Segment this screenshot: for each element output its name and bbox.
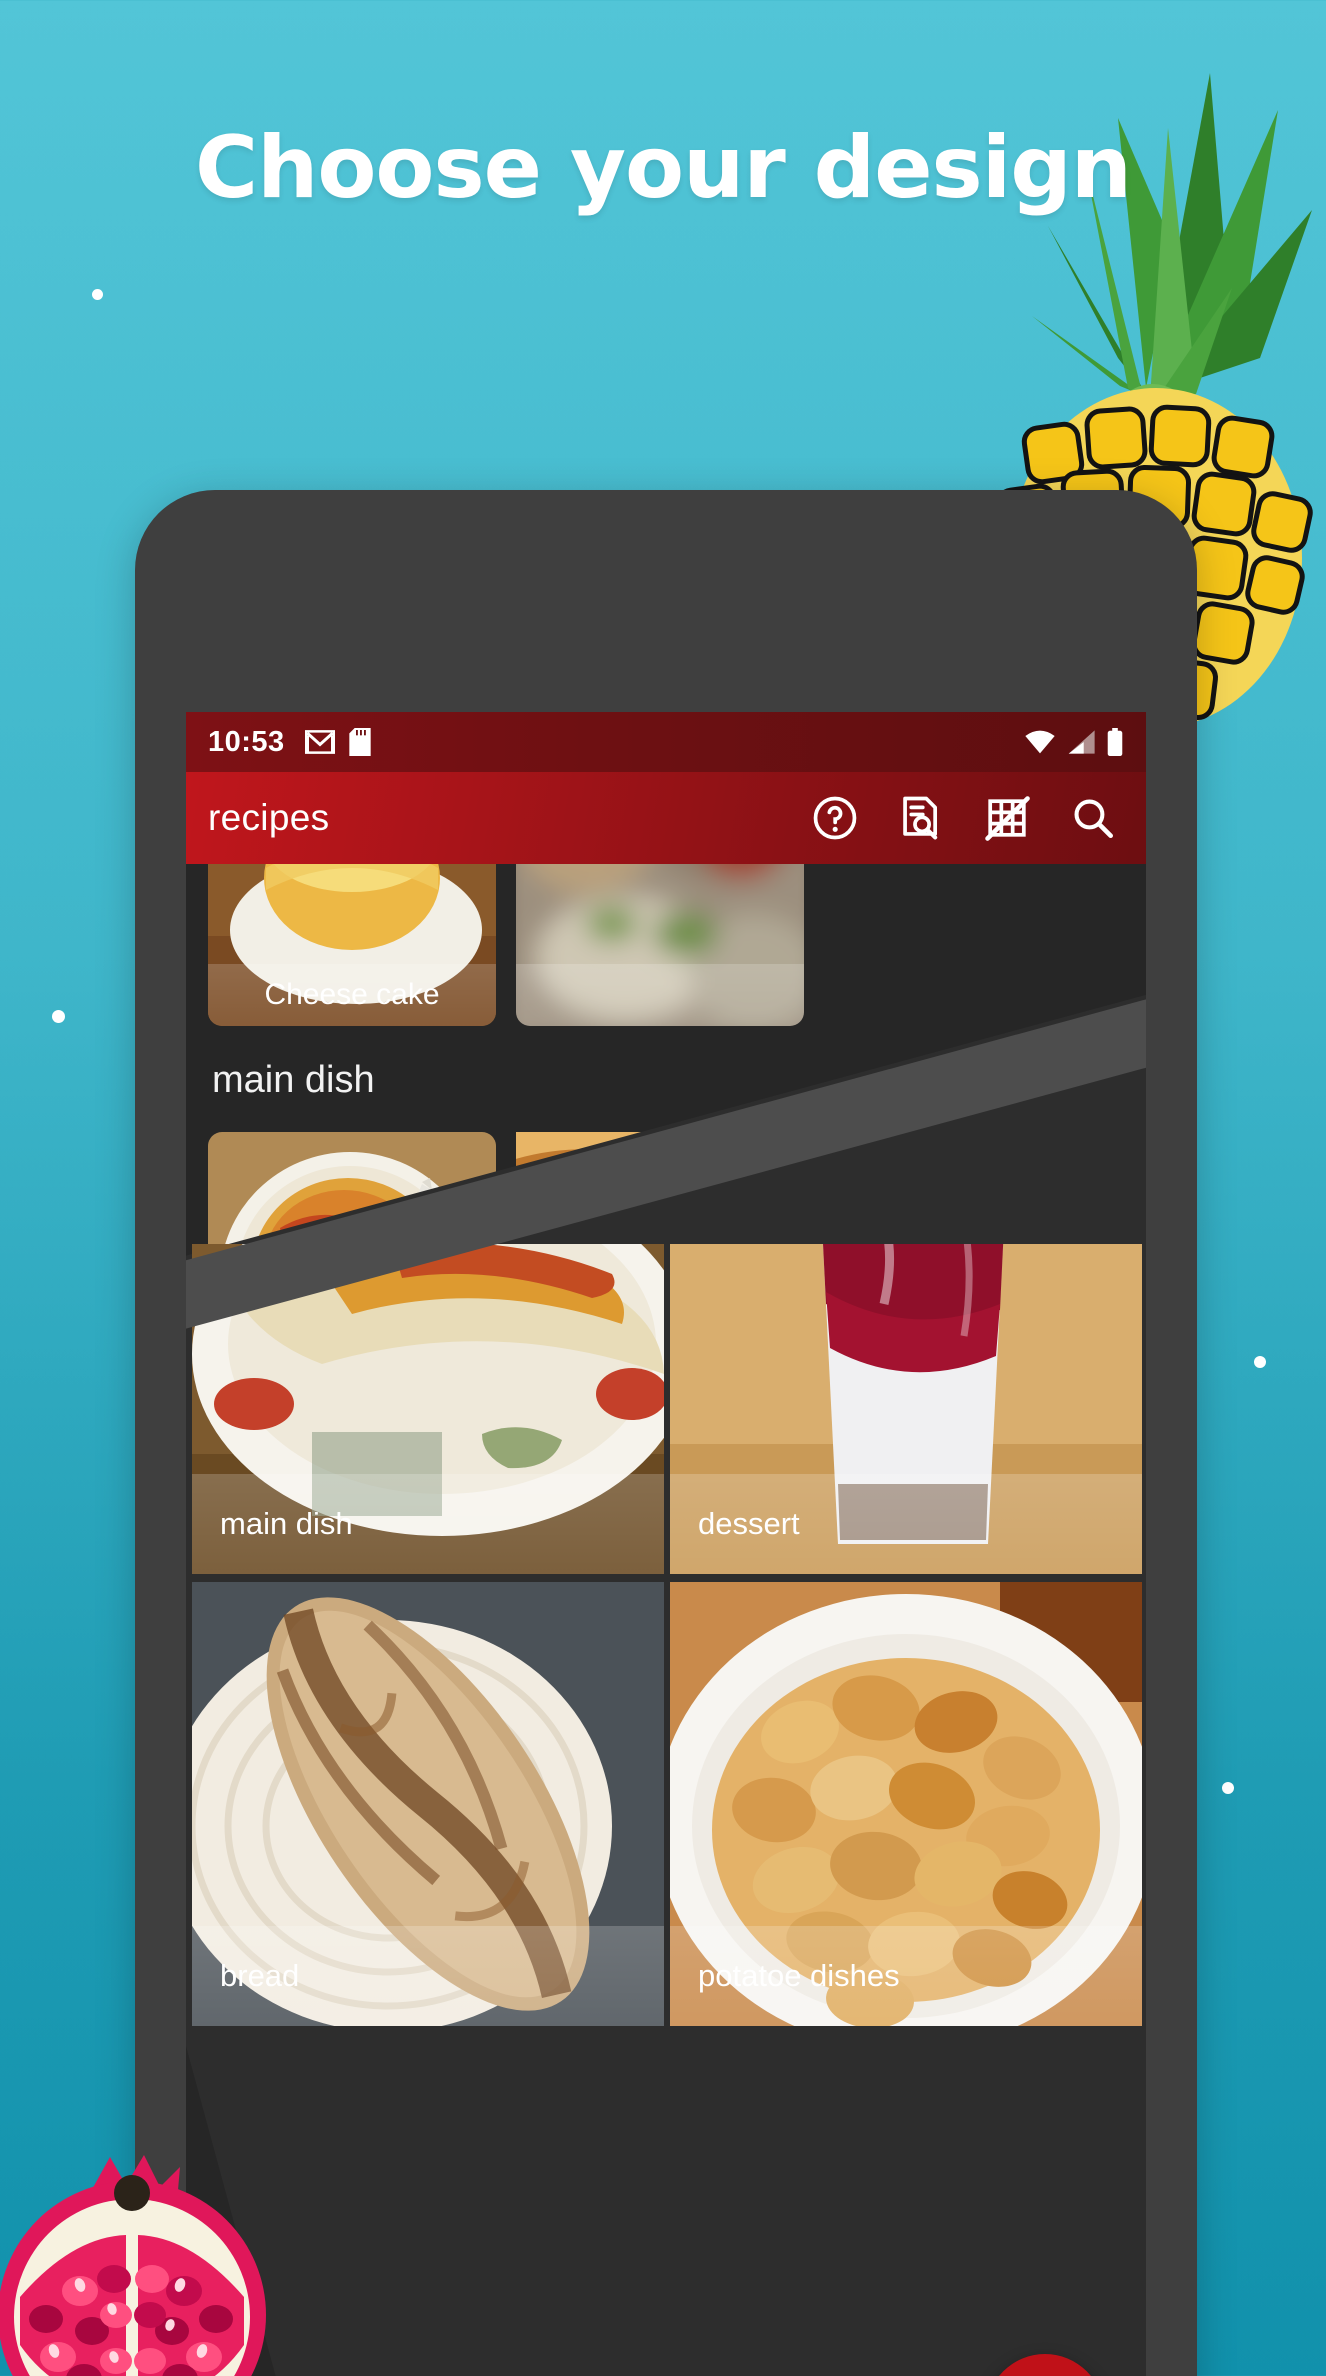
gmail-icon bbox=[304, 730, 335, 754]
category-tile-dessert[interactable]: dessert bbox=[670, 1244, 1142, 1574]
phone-screen: 10:53 recipes Cheese cake main dish main… bbox=[186, 712, 1146, 2376]
category-tile-bread[interactable]: bread bbox=[192, 1582, 664, 2026]
recipe-content: Cheese cake main dish main dish dessert … bbox=[186, 864, 1146, 2376]
top-card-row: Cheese cake bbox=[186, 864, 1146, 1029]
page-title: Choose your design bbox=[194, 118, 1132, 218]
status-bar-time: 10:53 bbox=[208, 725, 285, 758]
show-overview-card[interactable]: show overview bbox=[516, 864, 804, 1026]
decor-dot bbox=[1254, 1356, 1266, 1368]
decor-dot bbox=[52, 1010, 65, 1023]
battery-icon bbox=[1107, 728, 1123, 756]
cell-signal-icon bbox=[1068, 730, 1095, 754]
category-tile-potatoe-dishes[interactable]: potatoe dishes bbox=[670, 1582, 1142, 2026]
find-in-page-icon[interactable] bbox=[898, 795, 944, 841]
category-tile-label: main dish bbox=[192, 1474, 664, 1574]
search-icon[interactable] bbox=[1070, 795, 1116, 841]
recipe-grid: main dish dessert bread potatoe dishes bbox=[186, 1244, 1146, 2376]
decor-dot bbox=[92, 289, 103, 300]
grid-off-icon[interactable] bbox=[984, 795, 1030, 841]
recipe-card-label: Cheese cake bbox=[208, 964, 496, 1026]
app-bar-title: recipes bbox=[208, 797, 330, 838]
phone-mockup: 10:53 recipes Cheese cake main dish main… bbox=[135, 490, 1197, 2376]
section-title: main dish bbox=[212, 1058, 375, 1101]
category-tile-label: bread bbox=[192, 1926, 664, 2026]
help-icon[interactable] bbox=[812, 795, 858, 841]
category-tile-label: dessert bbox=[670, 1474, 1142, 1574]
app-bar: recipes bbox=[186, 772, 1146, 864]
wifi-icon bbox=[1025, 730, 1055, 754]
category-tile-label: potatoe dishes bbox=[670, 1926, 1142, 2026]
recipe-card-cheese-cake[interactable]: Cheese cake bbox=[208, 864, 496, 1026]
pomegranate-illustration bbox=[0, 2155, 266, 2376]
status-bar: 10:53 bbox=[186, 712, 1146, 772]
decor-dot bbox=[1222, 1782, 1234, 1794]
sd-card-icon bbox=[349, 728, 371, 756]
overview-card-scrim bbox=[516, 964, 804, 1026]
